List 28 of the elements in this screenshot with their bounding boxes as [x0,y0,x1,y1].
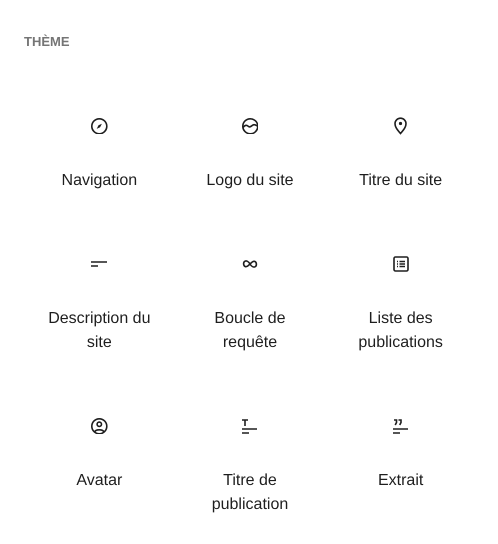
block-label: Description du site [47,309,152,353]
block-label: Titre du site [359,171,442,191]
block-label: Extrait [378,471,424,491]
block-item[interactable]: Liste des publications [325,240,476,367]
block-label: Titre de publication [210,471,290,515]
block-item[interactable]: Titre de publication [174,402,326,529]
text-lines-icon [90,261,108,267]
block-label: Liste des publications [357,309,444,353]
block-item[interactable]: Titre du site [325,102,476,205]
quote-lines-icon [392,418,410,434]
block-item[interactable]: Description du site [24,240,175,367]
list-box-icon [392,256,409,272]
section-heading: THÈME [24,33,70,51]
title-lines-icon [241,418,258,434]
user-circle-icon [91,418,108,434]
block-label: Avatar [76,471,122,491]
block-label: Navigation [62,171,138,191]
loop-icon [242,260,258,268]
block-label: Boucle de requête [213,309,287,353]
block-label: Logo du site [206,171,294,191]
block-item[interactable]: Extrait [325,402,476,529]
wave-circle-icon [242,118,258,134]
block-item[interactable]: Boucle de requête [174,240,326,367]
location-pin-icon [394,117,408,135]
compass-icon [91,118,108,134]
block-item[interactable]: Navigation [24,102,175,205]
block-item[interactable]: Avatar [24,402,175,529]
block-item[interactable]: Logo du site [174,102,326,205]
